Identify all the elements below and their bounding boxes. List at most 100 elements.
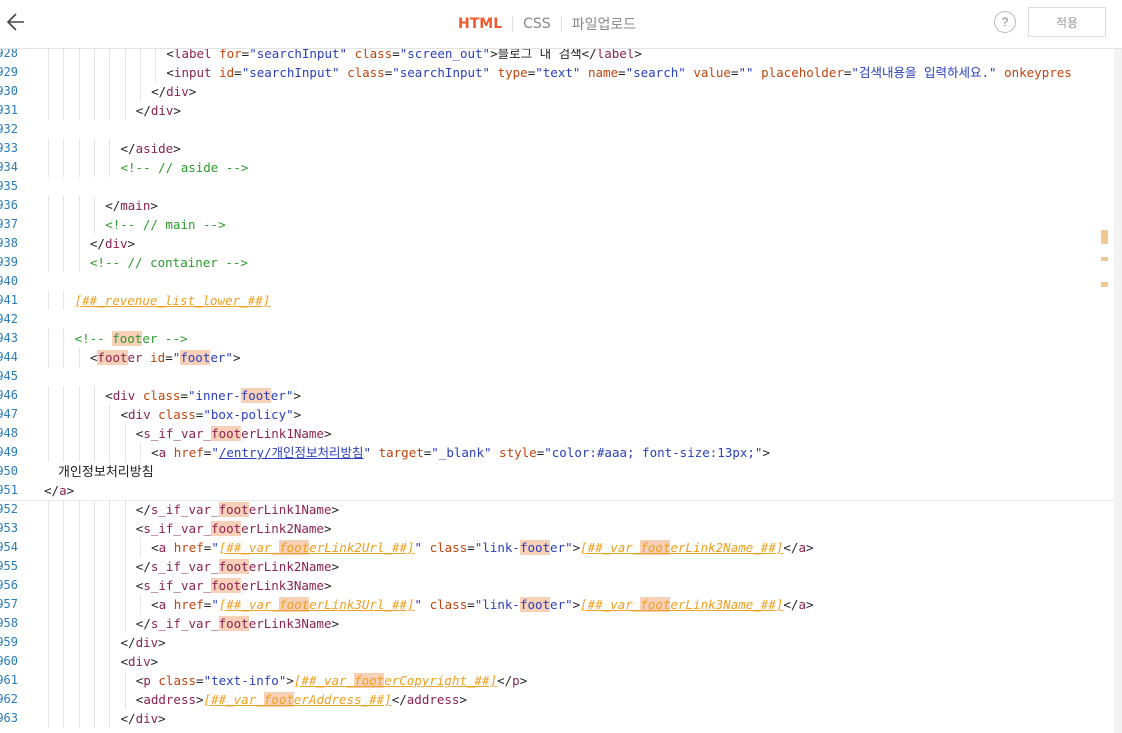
indent-guide (93, 386, 95, 405)
code-line[interactable]: 961 <p class="text-info">[##_var_footerCo… (0, 671, 1114, 690)
line-number: 941 (0, 293, 18, 307)
code-line[interactable]: 931 </div> (0, 101, 1114, 120)
indent-guide (109, 690, 111, 709)
indent-guide (109, 63, 111, 82)
help-icon[interactable]: ? (994, 11, 1016, 33)
line-number: 930 (0, 84, 18, 98)
line-number: 945 (0, 369, 18, 383)
code-line[interactable]: 951 </a> (0, 481, 1114, 501)
code-text: <p class="text-info">[##_var_footerCopyr… (135, 673, 528, 688)
code-line[interactable]: 929 <input id="searchInput" class="search… (0, 63, 1114, 82)
code-line[interactable]: 950 개인정보처리방침 (0, 462, 1114, 481)
indent-guide (109, 500, 111, 519)
apply-button[interactable]: 적용 (1028, 7, 1106, 37)
indent-guide (48, 405, 49, 424)
line-number: 954 (0, 540, 18, 554)
indent-guide (139, 82, 141, 101)
indent-guide (78, 234, 80, 253)
indent-guide (63, 139, 65, 158)
code-line[interactable]: 935 (0, 177, 1114, 196)
code-line[interactable]: 939 <!-- // container --> (0, 253, 1114, 272)
indent-guide (78, 595, 80, 614)
code-editor[interactable]: 928 <label for="searchInput" class="scree… (0, 48, 1114, 733)
indent-guide (63, 671, 65, 690)
indent-guide (124, 443, 126, 462)
indent-guide (124, 101, 126, 120)
indent-guide (93, 424, 95, 443)
indent-guide (93, 82, 95, 101)
scroll-match-marker (1101, 230, 1108, 244)
code-text: </s_if_var_footerLink1Name> (135, 502, 340, 517)
code-line[interactable]: 943 <!-- footer --> (0, 329, 1114, 348)
line-number: 948 (0, 426, 18, 440)
code-line[interactable]: 928 <label for="searchInput" class="scree… (0, 48, 1114, 63)
code-line[interactable]: 958 </s_if_var_footerLink3Name> (0, 614, 1114, 633)
tab-css[interactable]: CSS (523, 16, 551, 32)
code-line[interactable]: 938 </div> (0, 234, 1114, 253)
code-line[interactable]: 959 </div> (0, 633, 1114, 652)
code-line[interactable]: 933 </aside> (0, 139, 1114, 158)
indent-guide (139, 538, 141, 557)
code-text: </a> (44, 483, 75, 498)
code-line[interactable]: 948 <s_if_var_footerLink1Name> (0, 424, 1114, 443)
indent-guide (48, 633, 49, 652)
editor-toolbar: HTML CSS 파일업로드 ? 적용 (0, 0, 1122, 49)
code-line[interactable]: 947 <div class="box-policy"> (0, 405, 1114, 424)
code-text: </div> (120, 635, 166, 650)
code-line[interactable]: 955 </s_if_var_footerLink2Name> (0, 557, 1114, 576)
indent-guide (124, 557, 126, 576)
code-line[interactable]: 941 [##_revenue_list_lower_##] (0, 291, 1114, 310)
line-number: 958 (0, 616, 18, 630)
indent-guide (93, 652, 95, 671)
indent-guide (124, 576, 126, 595)
code-line[interactable]: 957 <a href="[##_var_footerLink3Url_##]" … (0, 595, 1114, 614)
line-number: 944 (0, 350, 18, 364)
indent-guide (48, 652, 49, 671)
code-line[interactable]: 952 </s_if_var_footerLink1Name> (0, 500, 1114, 519)
indent-guide (63, 101, 65, 120)
back-arrow-icon[interactable] (6, 10, 26, 34)
code-line[interactable]: 960 <div> (0, 652, 1114, 671)
indent-guide (78, 158, 80, 177)
code-line[interactable]: 963 </div> (0, 709, 1114, 728)
indent-guide (48, 709, 49, 728)
code-line[interactable]: 932 (0, 120, 1114, 139)
code-line[interactable]: 945 (0, 367, 1114, 386)
code-line[interactable]: 944 <footer id="footer"> (0, 348, 1114, 367)
indent-guide (48, 538, 49, 557)
code-line[interactable]: 962 <address>[##_var_footerAddress_##]</a… (0, 690, 1114, 709)
indent-guide (155, 48, 157, 63)
code-line[interactable]: 940 (0, 272, 1114, 291)
code-line[interactable]: 949 <a href="/entry/개인정보처리방침" target="_bl… (0, 443, 1114, 462)
code-line[interactable]: 946 <div class="inner-footer"> (0, 386, 1114, 405)
indent-guide (124, 424, 126, 443)
indent-guide (63, 63, 65, 82)
editor-scrollbar[interactable] (1114, 48, 1122, 733)
code-line[interactable]: 942 (0, 310, 1114, 329)
indent-guide (48, 557, 49, 576)
indent-guide (109, 633, 111, 652)
code-line[interactable]: 953 <s_if_var_footerLink2Name> (0, 519, 1114, 538)
indent-guide (93, 443, 95, 462)
indent-guide (93, 614, 95, 633)
code-line[interactable]: 954 <a href="[##_var_footerLink2Url_##]" … (0, 538, 1114, 557)
code-text: <div class="box-policy"> (120, 407, 302, 422)
code-line[interactable]: 936 </main> (0, 196, 1114, 215)
tab-file-upload[interactable]: 파일업로드 (572, 14, 636, 34)
code-line[interactable]: 937 <!-- // main --> (0, 215, 1114, 234)
code-line[interactable]: 930 </div> (0, 82, 1114, 101)
indent-guide (93, 519, 95, 538)
indent-guide (93, 709, 95, 728)
code-line[interactable]: 934 <!-- // aside --> (0, 158, 1114, 177)
tab-divider (512, 17, 514, 31)
indent-guide (93, 101, 95, 120)
indent-guide (78, 139, 80, 158)
indent-guide (93, 690, 95, 709)
code-line[interactable]: 956 <s_if_var_footerLink3Name> (0, 576, 1114, 595)
line-number: 949 (0, 445, 18, 459)
line-number: 950 (0, 464, 18, 478)
indent-guide (63, 709, 65, 728)
indent-guide (78, 386, 80, 405)
code-text: </div> (89, 236, 136, 251)
tab-html[interactable]: HTML (458, 16, 502, 32)
